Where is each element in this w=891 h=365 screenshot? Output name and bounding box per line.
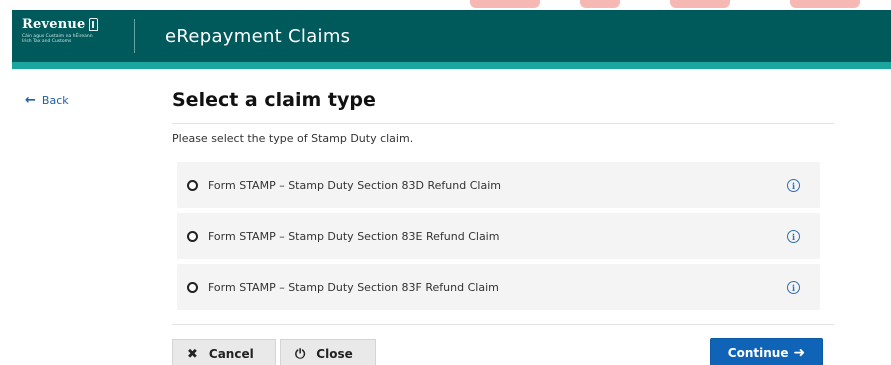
decorative-blob xyxy=(580,0,620,8)
close-button[interactable]: ⏻ Close xyxy=(280,339,376,365)
radio-button[interactable] xyxy=(187,179,198,191)
arrow-right-icon: ➜ xyxy=(793,345,806,361)
info-icon[interactable]: i xyxy=(787,179,800,192)
arrow-left-icon: ← xyxy=(25,93,36,108)
claim-option-83d[interactable]: Form STAMP – Stamp Duty Section 83D Refu… xyxy=(177,162,820,208)
close-label: Close xyxy=(316,347,353,361)
app-title: eRepayment Claims xyxy=(165,25,351,47)
cancel-label: Cancel xyxy=(208,347,254,361)
continue-button[interactable]: Continue ➜ xyxy=(710,338,823,365)
top-strip xyxy=(0,0,891,10)
radio-button[interactable] xyxy=(187,230,198,242)
app-header: Revenue Cáin agus Custaim na hÉireann Ir… xyxy=(12,10,891,62)
close-x-icon: ✖ xyxy=(187,346,198,362)
claim-option-83f[interactable]: Form STAMP – Stamp Duty Section 83F Refu… xyxy=(177,264,820,310)
page-title: Select a claim type xyxy=(172,89,376,111)
intro-text: Please select the type of Stamp Duty cla… xyxy=(172,132,414,145)
continue-label: Continue xyxy=(727,346,789,360)
back-label: Back xyxy=(41,94,69,107)
header-divider xyxy=(134,19,135,53)
revenue-logo[interactable]: Revenue Cáin agus Custaim na hÉireann Ir… xyxy=(12,10,132,62)
cancel-button[interactable]: ✖ Cancel xyxy=(172,339,276,365)
decorative-blob xyxy=(470,0,540,8)
title-divider xyxy=(172,123,834,124)
actions-divider xyxy=(172,324,834,325)
claim-option-83e[interactable]: Form STAMP – Stamp Duty Section 83E Refu… xyxy=(177,213,820,259)
claim-option-label: Form STAMP – Stamp Duty Section 83D Refu… xyxy=(208,178,501,192)
decorative-blob xyxy=(670,0,730,8)
back-link[interactable]: ← Back xyxy=(25,93,69,108)
power-icon: ⏻ xyxy=(295,346,306,362)
logo-brand: Revenue xyxy=(22,17,132,32)
info-icon[interactable]: i xyxy=(787,230,800,243)
harp-icon xyxy=(89,18,99,31)
info-icon[interactable]: i xyxy=(787,281,800,294)
radio-button[interactable] xyxy=(187,281,198,293)
logo-tagline: Cáin agus Custaim na hÉireann Irish Tax … xyxy=(22,34,93,44)
logo-brand-text: Revenue xyxy=(22,17,86,32)
header-accent-bar xyxy=(12,62,891,69)
claim-option-label: Form STAMP – Stamp Duty Section 83E Refu… xyxy=(208,229,500,243)
claim-option-label: Form STAMP – Stamp Duty Section 83F Refu… xyxy=(208,280,499,294)
decorative-blob xyxy=(790,0,860,8)
